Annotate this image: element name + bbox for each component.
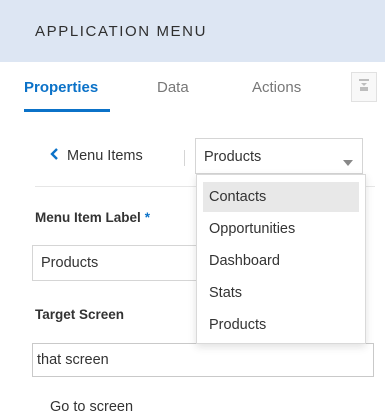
option-contacts[interactable]: Contacts xyxy=(203,182,359,212)
menu-item-label-heading: Menu Item Label * xyxy=(35,210,150,225)
menu-item-select[interactable]: Products xyxy=(195,138,363,174)
tab-data[interactable]: Data xyxy=(157,79,189,96)
option-stats[interactable]: Stats xyxy=(203,278,359,308)
target-screen-input[interactable]: that screen xyxy=(32,343,374,377)
option-dashboard[interactable]: Dashboard xyxy=(203,246,359,276)
collapse-panel-icon xyxy=(358,78,370,97)
caret-down-icon xyxy=(343,153,353,171)
option-products[interactable]: Products xyxy=(203,310,359,340)
menu-item-dropdown: Contacts Opportunities Dashboard Stats P… xyxy=(196,174,366,344)
target-screen-heading: Target Screen xyxy=(35,307,125,322)
panel-title: APPLICATION MENU xyxy=(35,23,208,40)
collapse-panel-button[interactable] xyxy=(351,72,377,102)
tab-properties[interactable]: Properties xyxy=(24,79,98,96)
back-to-menu-items[interactable]: Menu Items xyxy=(50,147,143,165)
go-to-screen-link[interactable]: Go to screen xyxy=(50,399,133,415)
panel-header: APPLICATION MENU xyxy=(0,0,385,62)
tab-bar: Properties Data Actions xyxy=(0,62,385,112)
menu-item-label-input[interactable]: Products xyxy=(32,245,222,281)
menu-item-label-text: Menu Item Label xyxy=(35,210,141,225)
active-tab-indicator xyxy=(24,109,110,112)
required-marker: * xyxy=(144,210,151,225)
chevron-left-icon xyxy=(50,147,59,165)
menu-item-select-value: Products xyxy=(204,149,262,165)
option-opportunities[interactable]: Opportunities xyxy=(203,214,359,244)
back-label: Menu Items xyxy=(67,148,143,164)
tab-actions[interactable]: Actions xyxy=(252,79,301,96)
breadcrumb-divider xyxy=(184,150,185,166)
